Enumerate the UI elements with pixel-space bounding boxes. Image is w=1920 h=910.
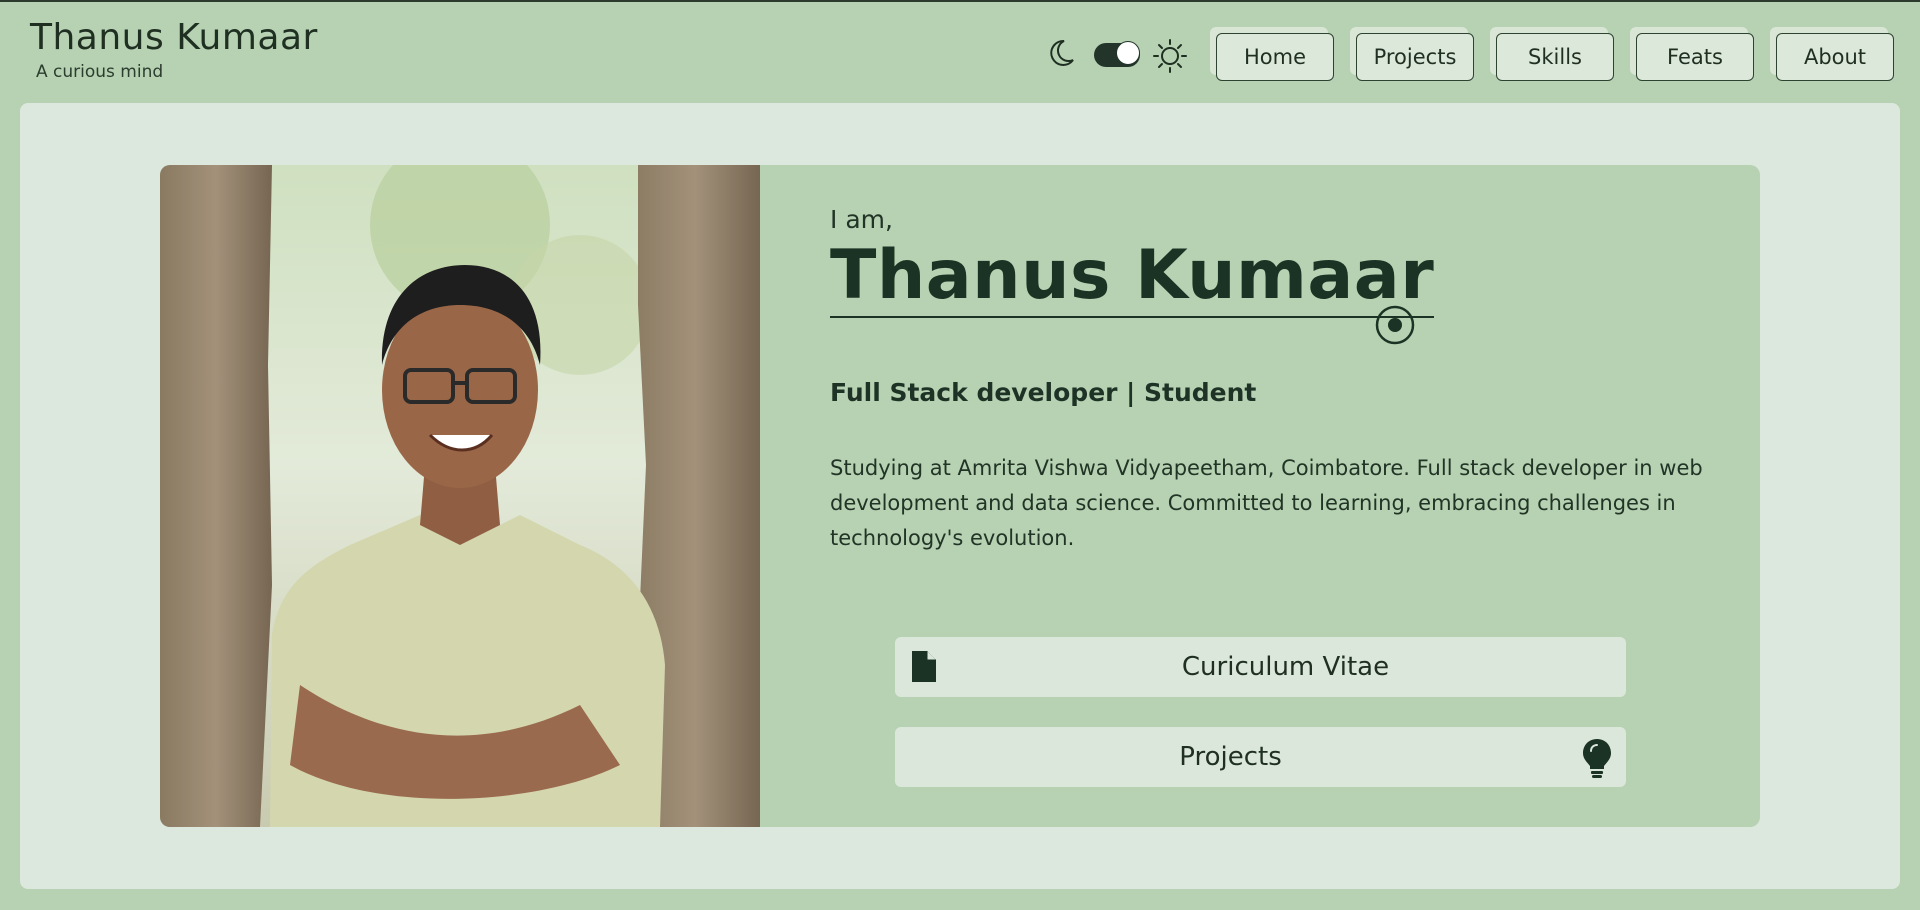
site-subtitle: A curious mind [36,62,164,82]
nav-feats-button[interactable]: Feats [1636,33,1754,81]
hero-name: Thanus Kumaar [830,238,1435,318]
brand: Thanus Kumaar A curious mind [30,16,318,82]
role-text: Full Stack developer | Student [830,378,1257,407]
cv-button-label: Curiculum Vitae [1181,652,1390,682]
window-top-border [0,0,1920,2]
nav-feats[interactable]: Feats [1630,27,1758,83]
portrait-photo [160,165,760,827]
sun-icon [1153,39,1187,73]
projects-button-label: Projects [1179,742,1282,772]
nav-projects-button[interactable]: Projects [1356,33,1474,81]
hero-intro: I am, Thanus Kumaar [830,205,1730,328]
description-text: Studying at Amrita Vishwa Vidyapeetham, … [830,456,1703,550]
nav-home[interactable]: Home [1210,27,1338,83]
moon-icon [1050,39,1074,66]
lightbulb-icon [1583,739,1611,778]
cv-button[interactable]: Curiculum Vitae [895,637,1626,697]
nav-home-button[interactable]: Home [1216,33,1334,81]
nav-skills-button[interactable]: Skills [1496,33,1614,81]
greeting-text: I am, [830,205,893,234]
nav-skills[interactable]: Skills [1490,27,1618,83]
nav-about[interactable]: About [1770,27,1898,83]
theme-switch-knob[interactable] [1116,41,1140,65]
site-title: Thanus Kumaar [30,17,318,58]
theme-toggle[interactable] [1046,36,1192,76]
nav-projects[interactable]: Projects [1350,27,1478,83]
name-row: Thanus Kumaar [830,238,1730,328]
projects-button[interactable]: Projects [895,727,1626,787]
record-icon[interactable] [1374,304,1416,346]
nav-about-button[interactable]: About [1776,33,1894,81]
